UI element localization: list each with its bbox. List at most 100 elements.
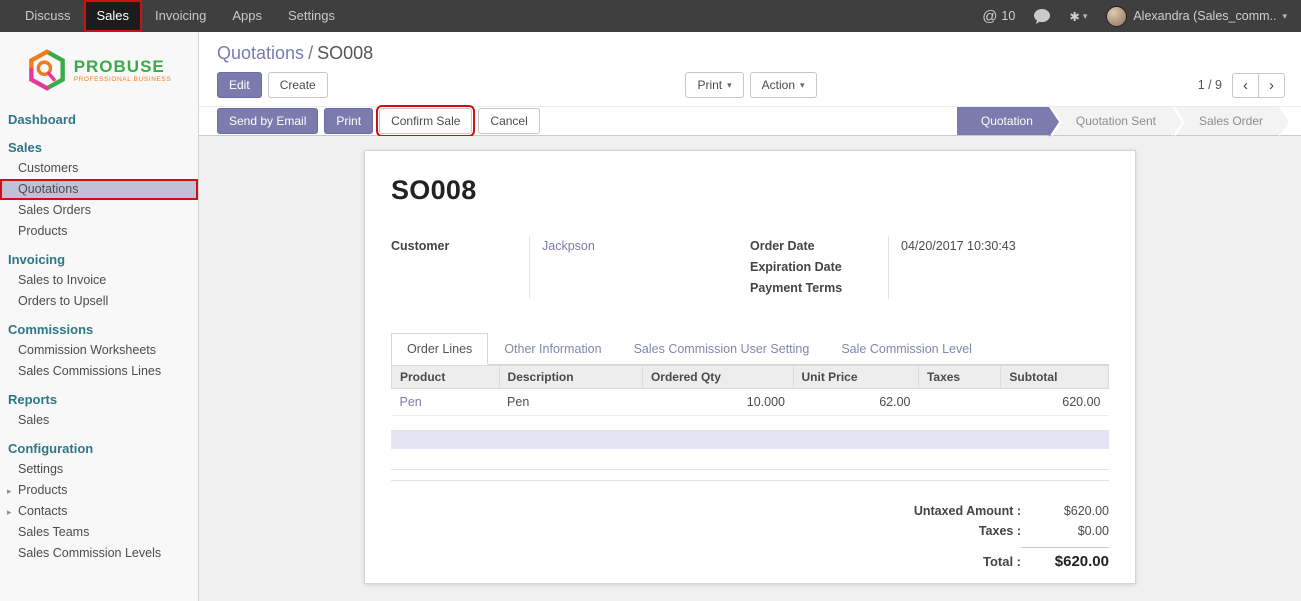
sidebar-item-sales-commissions-lines[interactable]: Sales Commissions Lines	[0, 361, 198, 382]
sidebar-item-config-products[interactable]: ▸ Products	[0, 480, 198, 501]
sidebar-item-products[interactable]: Products	[0, 221, 198, 242]
user-menu-button[interactable]: Alexandra (Sales_comm.. ▾	[1106, 6, 1287, 27]
print-menu-button[interactable]: Print ▾	[685, 72, 743, 98]
sidebar-item-orders-to-upsell[interactable]: Orders to Upsell	[0, 291, 198, 312]
sidebar-item-contacts[interactable]: ▸Contacts	[0, 501, 198, 522]
form-sheet: SO008 Customer Jackpson Or	[364, 150, 1136, 584]
chat-icon	[1034, 9, 1050, 24]
tab-order-lines[interactable]: Order Lines	[391, 333, 488, 365]
expand-icon[interactable]: ▸	[7, 485, 12, 498]
sidebar-heading-reports[interactable]: Reports	[0, 388, 198, 410]
sidebar-heading-sales[interactable]: Sales	[0, 136, 198, 158]
nav-item-apps[interactable]: Apps	[219, 0, 275, 32]
column-header-ordered-qty: Ordered Qty	[642, 366, 793, 389]
column-header-description: Description	[499, 366, 642, 389]
nav-item-settings[interactable]: Settings	[275, 0, 348, 32]
notification-count: 10	[1001, 9, 1015, 23]
order-date-value: 04/20/2017 10:30:43	[901, 236, 1109, 257]
nav-item-discuss[interactable]: Discuss	[12, 0, 84, 32]
messages-button[interactable]	[1034, 9, 1050, 24]
total-row: Total : $620.00	[809, 547, 1109, 572]
stage-quotation[interactable]: Quotation	[957, 107, 1049, 135]
stage-quotation-sent[interactable]: Quotation Sent	[1052, 107, 1172, 135]
expiration-date-label: Expiration Date	[750, 257, 888, 278]
pager-next-button[interactable]: ›	[1258, 73, 1285, 98]
customer-label: Customer	[391, 236, 529, 257]
cancel-button[interactable]: Cancel	[478, 108, 539, 134]
stage-sales-order[interactable]: Sales Order	[1175, 107, 1279, 135]
sidebar-item-quotations[interactable]: Quotations	[0, 179, 198, 200]
nav-item-sales[interactable]: Sales	[84, 0, 143, 32]
print-quotation-button[interactable]: Print	[324, 108, 373, 134]
sidebar-item-settings[interactable]: Settings	[0, 459, 198, 480]
sidebar-item-sales-to-invoice[interactable]: Sales to Invoice	[0, 270, 198, 291]
sidebar-item-label: Products	[18, 483, 67, 497]
customer-value-link[interactable]: Jackpson	[542, 236, 750, 257]
pager: 1 / 9 ‹ ›	[817, 73, 1285, 98]
untaxed-amount-value: $620.00	[1021, 501, 1109, 521]
payment-terms-label: Payment Terms	[750, 278, 888, 299]
sidebar-item-sales-teams[interactable]: Sales Teams	[0, 522, 198, 543]
sidebar-heading-configuration[interactable]: Configuration	[0, 437, 198, 459]
payment-terms-value	[901, 278, 1109, 299]
probuse-hexagon-icon	[27, 48, 67, 92]
cell-taxes	[918, 389, 1000, 416]
statusbar: Quotation Quotation Sent Sales Order	[954, 107, 1279, 135]
brand-text: PROBUSE PROFESSIONAL BUSINESS	[74, 58, 172, 83]
chevron-down-icon: ▾	[800, 80, 805, 91]
separator-line	[391, 480, 1109, 481]
edit-button[interactable]: Edit	[217, 72, 262, 98]
expand-icon[interactable]: ▸	[7, 506, 12, 519]
create-button[interactable]: Create	[268, 72, 328, 98]
sidebar-item-sales-commission-levels[interactable]: Sales Commission Levels	[0, 543, 198, 564]
sidebar-heading-commissions[interactable]: Commissions	[0, 318, 198, 340]
pager-previous-button[interactable]: ‹	[1232, 73, 1259, 98]
pager-counter: 1 / 9	[1198, 78, 1222, 92]
tab-sale-commission-level[interactable]: Sale Commission Level	[825, 333, 988, 365]
sidebar-section-commissions: Commissions Commission Worksheets Sales …	[0, 318, 198, 382]
sidebar-item-sales-orders[interactable]: Sales Orders	[0, 200, 198, 221]
sidebar-section-invoicing: Invoicing Sales to Invoice Orders to Ups…	[0, 248, 198, 312]
sidebar-item-customers[interactable]: Customers	[0, 158, 198, 179]
sidebar-heading-dashboard[interactable]: Dashboard	[0, 108, 198, 130]
taxes-value: $0.00	[1021, 521, 1109, 541]
column-header-subtotal: Subtotal	[1001, 366, 1109, 389]
list-footer-band	[391, 430, 1109, 449]
action-menus: Print ▾ Action ▾	[685, 72, 816, 98]
cell-subtotal: 620.00	[1001, 389, 1109, 416]
cell-description: Pen	[499, 389, 642, 416]
tab-bar: Order Lines Other Information Sales Comm…	[391, 333, 1109, 365]
content-area: Quotations/SO008 Edit Create Print ▾ Act…	[199, 32, 1301, 601]
top-navbar: Discuss Sales Invoicing Apps Settings @ …	[0, 0, 1301, 32]
send-by-email-button[interactable]: Send by Email	[217, 108, 318, 134]
confirm-sale-button[interactable]: Confirm Sale	[379, 108, 472, 134]
order-lines-table: Product Description Ordered Qty Unit Pri…	[391, 365, 1109, 416]
notebook: Order Lines Other Information Sales Comm…	[391, 333, 1109, 449]
stage-label: Quotation Sent	[1076, 114, 1156, 128]
sidebar-item-commission-worksheets[interactable]: Commission Worksheets	[0, 340, 198, 361]
tab-sales-commission-user-setting[interactable]: Sales Commission User Setting	[618, 333, 826, 365]
nav-item-invoicing[interactable]: Invoicing	[142, 0, 219, 32]
breadcrumb-parent-link[interactable]: Quotations	[217, 43, 304, 63]
action-menu-button[interactable]: Action ▾	[750, 72, 817, 98]
taxes-row: Taxes : $0.00	[809, 521, 1109, 541]
field-groups: Customer Jackpson Order Date Expiration …	[391, 236, 1109, 299]
left-field-group: Customer Jackpson	[391, 236, 750, 299]
user-name: Alexandra (Sales_comm..	[1133, 9, 1276, 23]
notifications-button[interactable]: @ 10	[982, 8, 1015, 25]
sidebar-item-reports-sales[interactable]: Sales	[0, 410, 198, 431]
expiration-date-value	[901, 257, 1109, 278]
cell-unit-price: 62.00	[793, 389, 918, 416]
sidebar-heading-invoicing[interactable]: Invoicing	[0, 248, 198, 270]
tab-other-information[interactable]: Other Information	[488, 333, 617, 365]
sidebar-section-configuration: Configuration Settings ▸ Products ▸Contac…	[0, 437, 198, 564]
debug-menu-button[interactable]: ✱ ▾	[1069, 9, 1087, 24]
record-buttons: Edit Create	[217, 72, 685, 98]
brand-name: PROBUSE	[74, 58, 172, 76]
stage-label: Quotation	[981, 114, 1033, 128]
table-row[interactable]: Pen Pen 10.000 62.00 620.00	[392, 389, 1109, 416]
debug-icon: ✱	[1069, 9, 1079, 24]
sidebar-section-reports: Reports Sales	[0, 388, 198, 431]
action-menu-label: Action	[762, 78, 795, 92]
screen: Discuss Sales Invoicing Apps Settings @ …	[0, 0, 1301, 601]
